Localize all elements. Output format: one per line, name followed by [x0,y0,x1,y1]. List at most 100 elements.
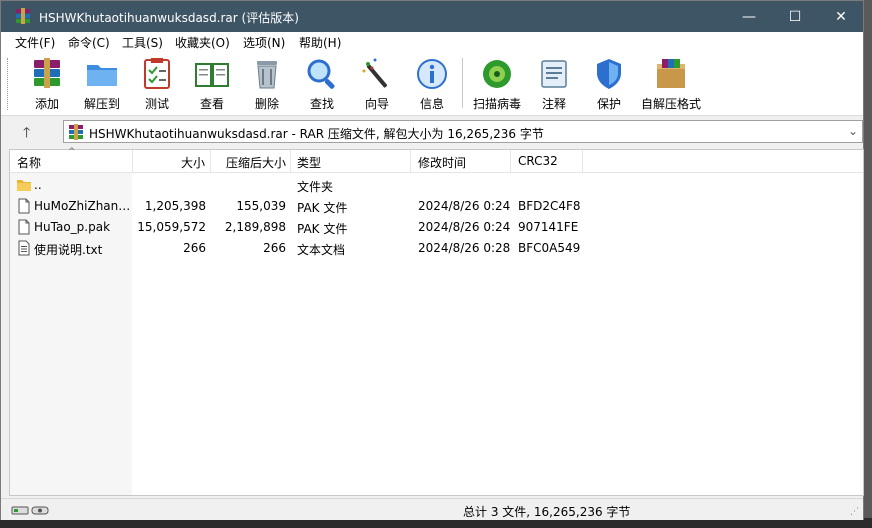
file-crc32: 907141FE [518,220,579,234]
file-modified: 2024/8/26 0:28 [418,241,511,255]
file-icon [18,219,30,235]
file-packed-size: 266 [263,241,286,255]
menu-help[interactable]: 帮助(H) [299,34,341,51]
menu-file[interactable]: 文件(F) [15,34,55,51]
menu-options[interactable]: 选项(N) [243,34,285,51]
virus-scan-button[interactable]: 扫描病毒 [469,56,525,112]
protect-button[interactable]: 保护 [581,56,637,112]
add-label: 添加 [34,97,59,111]
column-type[interactable]: 类型 [297,154,321,171]
file-type: PAK 文件 [297,222,348,236]
add-button[interactable]: 添加 [19,56,75,112]
file-row[interactable]: 使用说明.txt 266 266 文本文档 2024/8/26 0:28 BFC… [10,238,863,259]
file-modified: 2024/8/26 0:24 [418,220,511,234]
menu-favorites[interactable]: 收藏夹(O) [175,34,230,51]
comment-label: 注释 [541,97,566,111]
file-crc32: BFD2C4F8 [518,199,581,213]
menu-tools[interactable]: 工具(S) [122,34,163,51]
toolbar-grip [7,58,10,110]
file-size: 15,059,572 [137,220,206,234]
add-archive-icon [34,58,60,88]
sfx-button[interactable]: 自解压格式 [641,56,701,112]
file-row-parent[interactable]: .. 文件夹 [10,175,863,196]
trash-icon [257,61,277,89]
desktop-background [864,0,872,528]
minimize-button[interactable]: — [726,1,772,32]
menu-bar: 文件(F) 命令(C) 工具(S) 收藏夹(O) 选项(N) 帮助(H) [1,32,863,52]
extract-to-button[interactable]: 解压到 [74,56,130,112]
test-label: 测试 [144,97,169,111]
wizard-label: 向导 [364,97,389,111]
column-crc32[interactable]: CRC32 [518,154,558,168]
column-divider[interactable] [132,150,133,172]
status-summary: 总计 3 文件, 16,265,236 字节 [463,505,631,519]
column-size[interactable]: 大小 [181,154,205,171]
title-bar[interactable]: HSHWKhutaotihuanwuksdasd.rar (评估版本) — ☐ … [1,1,863,32]
file-type: PAK 文件 [297,201,348,215]
archive-path-box[interactable]: HSHWKhutaotihuanwuksdasd.rar - RAR 压缩文件,… [63,120,863,143]
delete-button[interactable]: 删除 [239,56,295,112]
column-divider[interactable] [290,150,291,172]
virus-scan-icon [483,60,511,88]
file-type: 文件夹 [297,180,334,194]
column-packed-size[interactable]: 压缩后大小 [226,154,286,171]
chevron-down-icon[interactable]: ⌄ [848,124,858,138]
file-crc32: BFC0A549 [518,241,581,255]
test-checklist-icon [144,58,170,89]
close-button[interactable]: ✕ [818,1,864,32]
file-row[interactable]: HuTao_p.pak 15,059,572 2,189,898 PAK 文件 … [10,217,863,238]
column-divider[interactable] [582,150,583,172]
shield-icon [597,59,621,89]
view-label: 查看 [199,97,224,111]
column-divider[interactable] [210,150,211,172]
column-divider[interactable] [510,150,511,172]
view-button[interactable]: 查看 [184,56,240,112]
folder-icon [17,180,31,191]
window-title: HSHWKhutaotihuanwuksdasd.rar (评估版本) [39,11,299,25]
winrar-window: HSHWKhutaotihuanwuksdasd.rar (评估版本) — ☐ … [0,0,864,520]
info-icon [417,59,447,89]
view-book-icon [195,63,229,87]
column-name[interactable]: 名称 [17,154,41,171]
menu-commands[interactable]: 命令(C) [68,34,110,51]
protect-label: 保护 [596,97,621,111]
file-type: 文本文档 [297,243,346,257]
winrar-app-icon [16,8,30,24]
file-row[interactable]: HuMoZhiZhan… 1,205,398 155,039 PAK 文件 20… [10,196,863,217]
file-packed-size: 155,039 [236,199,286,213]
extract-folder-icon [87,65,117,86]
wizard-button[interactable]: 向导 [349,56,405,112]
resize-grip-icon[interactable]: ⋰ [850,507,859,517]
sfx-box-icon [657,59,685,88]
test-button[interactable]: 测试 [129,56,185,112]
maximize-button[interactable]: ☐ [772,1,818,32]
address-bar: 🡑 HSHWKhutaotihuanwuksdasd.rar - RAR 压缩文… [1,117,863,145]
up-folder-button[interactable]: 🡑 [23,122,30,146]
text-file-icon [18,240,30,256]
wizard-wand-icon [362,58,388,88]
comment-button[interactable]: 注释 [526,56,582,112]
info-button[interactable]: 信息 [404,56,460,112]
info-label: 信息 [419,97,444,111]
toolbar-separator [462,58,463,108]
drive-status-icon [11,506,49,515]
file-name: 使用说明.txt [34,243,103,257]
column-divider[interactable] [410,150,411,172]
find-button[interactable]: 查找 [294,56,350,112]
column-modified[interactable]: 修改时间 [418,154,466,171]
file-icon [18,198,30,214]
toolbar: 添加 解压到 测试 查看 删除 查找 向导 信息 扫描病毒 注释 保护 自解压格… [1,52,863,116]
file-packed-size: 2,189,898 [224,220,286,234]
sort-ascending-icon: ^ [68,147,76,157]
file-modified: 2024/8/26 0:24 [418,199,511,213]
magnifier-icon [307,59,335,89]
rar-file-icon [69,124,83,140]
find-label: 查找 [309,97,334,111]
status-bar: 总计 3 文件, 16,265,236 字节 ⋰ [1,498,863,520]
sfx-label: 自解压格式 [640,97,701,111]
comment-icon [541,60,567,88]
extract-to-label: 解压到 [83,97,120,111]
file-list: 名称 ^ 大小 压缩后大小 类型 修改时间 CRC32 .. 文件夹 HuMoZ… [9,147,864,496]
file-size: 1,205,398 [144,199,206,213]
file-name: HuTao_p.pak [34,220,111,234]
